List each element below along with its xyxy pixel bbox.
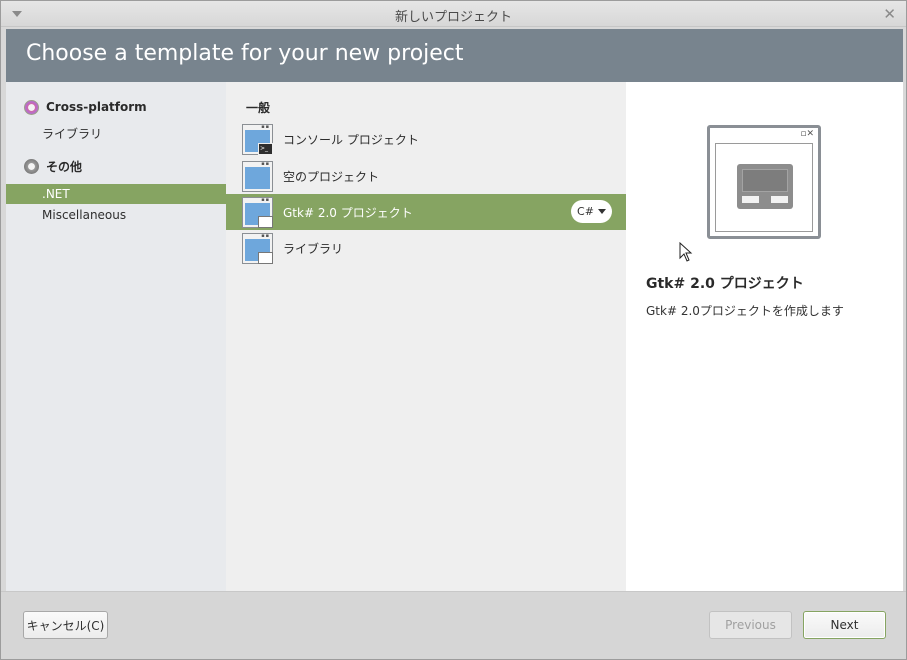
other-category-icon <box>24 158 39 174</box>
empty-project-icon: ▪▪ <box>242 160 273 192</box>
console-project-icon: ▪▪ >_ <box>242 123 273 155</box>
category-item-miscellaneous[interactable]: Miscellaneous <box>6 205 226 225</box>
page-title: Choose a template for your new project <box>26 41 464 66</box>
category-item-library[interactable]: ライブラリ <box>6 123 226 143</box>
close-icon[interactable]: ✕ <box>883 5 896 23</box>
template-detail-title: Gtk# 2.0 プロジェクト <box>646 276 804 292</box>
cancel-button[interactable]: キャンセル(C) <box>23 611 108 639</box>
template-label: ライブラリ <box>283 241 344 256</box>
category-list: Cross-platform ライブラリ その他 .NET Miscellane… <box>6 82 226 591</box>
template-empty-project[interactable]: ▪▪ 空のプロジェクト <box>226 158 626 194</box>
category-other[interactable]: その他 <box>24 156 82 176</box>
chevron-down-icon <box>597 209 606 214</box>
category-item-dotnet[interactable]: .NET <box>6 184 226 204</box>
category-cross-platform[interactable]: Cross-platform <box>24 97 147 117</box>
previous-button[interactable]: Previous <box>709 611 792 639</box>
category-label: Cross-platform <box>46 100 147 114</box>
next-button[interactable]: Next <box>803 611 886 639</box>
dialog-header: Choose a template for your new project <box>6 29 903 82</box>
template-label: 空のプロジェクト <box>283 169 380 184</box>
dialog-footer: キャンセル(C) Previous Next <box>1 591 906 659</box>
template-label: Gtk# 2.0 プロジェクト <box>283 205 413 220</box>
template-library[interactable]: ▪▪ ライブラリ <box>226 230 626 266</box>
library-project-icon: ▪▪ <box>242 232 273 264</box>
template-gtk-project[interactable]: ▪▪ Gtk# 2.0 プロジェクト C# <box>226 194 626 230</box>
template-list: 一般 ▪▪ >_ コンソール プロジェクト ▪▪ 空のプロジェクト ▪▪ Gtk… <box>226 82 626 591</box>
template-section-title: 一般 <box>246 101 271 115</box>
template-details: ▫✕ Gtk# 2.0 プロジェクト Gtk# 2.0プロジェクトを作成します <box>626 82 903 591</box>
cross-platform-category-icon <box>24 99 39 115</box>
new-project-dialog: 新しいプロジェクト ✕ Choose a template for your n… <box>0 0 907 660</box>
title-bar: 新しいプロジェクト ✕ <box>1 1 906 27</box>
category-label: その他 <box>46 159 83 174</box>
gtk-window-preview-icon: ▫✕ <box>707 125 821 239</box>
template-console-project[interactable]: ▪▪ >_ コンソール プロジェクト <box>226 121 626 157</box>
language-dropdown[interactable]: C# <box>571 200 612 223</box>
window-title: 新しいプロジェクト <box>394 10 512 25</box>
language-value: C# <box>577 205 594 218</box>
mouse-pointer-icon <box>679 242 693 262</box>
template-detail-description: Gtk# 2.0プロジェクトを作成します <box>646 304 844 318</box>
template-label: コンソール プロジェクト <box>283 132 419 147</box>
gtk-project-icon: ▪▪ <box>242 196 273 228</box>
